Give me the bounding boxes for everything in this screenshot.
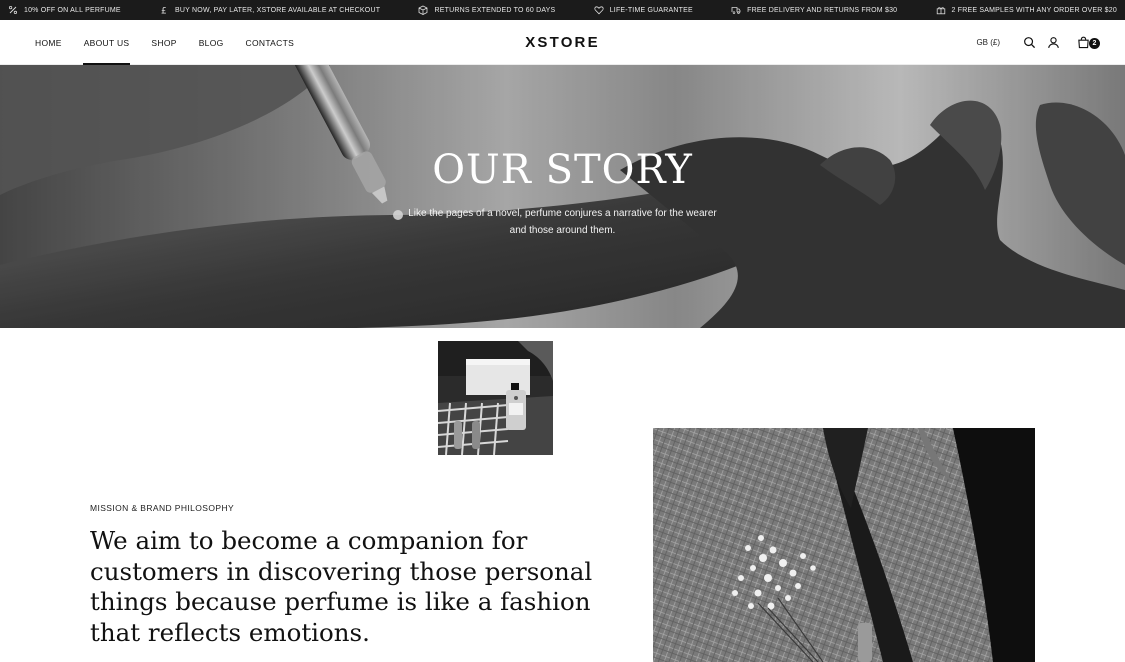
nav-contacts[interactable]: CONTACTS bbox=[246, 20, 295, 65]
perfume-box-photo bbox=[438, 341, 553, 455]
promo-item: FREE DELIVERY AND RETURNS FROM $30 bbox=[731, 5, 897, 15]
mission-eyebrow: MISSION & BRAND PHILOSOPHY bbox=[90, 503, 235, 513]
main-nav: HOME ABOUT US SHOP BLOG CONTACTS bbox=[35, 20, 294, 65]
pound-icon: £ bbox=[159, 5, 169, 16]
promo-text: FREE DELIVERY AND RETURNS FROM $30 bbox=[747, 6, 898, 14]
hero-subtitle: Like the pages of a novel, perfume conju… bbox=[0, 205, 1125, 239]
nav-shop[interactable]: SHOP bbox=[151, 20, 176, 65]
mission-line: customers in discovering those personal bbox=[90, 556, 593, 586]
model-flowers-image bbox=[653, 428, 1035, 662]
svg-text:£: £ bbox=[161, 7, 167, 16]
truck-icon bbox=[731, 5, 741, 15]
hero-subtitle-line: Like the pages of a novel, perfume conju… bbox=[408, 208, 717, 219]
nav-home[interactable]: HOME bbox=[35, 20, 62, 65]
mission-line: that reflects emotions. bbox=[90, 617, 370, 647]
site-logo[interactable]: XSTORE bbox=[525, 34, 600, 51]
promo-text: 2 FREE SAMPLES WITH ANY ORDER OVER $20 bbox=[951, 6, 1117, 14]
mission-statement: We aim to become a companion for custome… bbox=[90, 526, 593, 648]
nav-blog[interactable]: BLOG bbox=[199, 20, 224, 65]
box-icon bbox=[418, 5, 428, 15]
perfume-box-image bbox=[438, 341, 553, 455]
promo-text: 10% OFF ON ALL PERFUME bbox=[24, 6, 121, 14]
hero-subtitle-line: and those around them. bbox=[509, 225, 616, 236]
header-actions: GB (£) 2 bbox=[976, 20, 1100, 65]
cart-count-badge: 2 bbox=[1089, 37, 1100, 49]
nav-about-us[interactable]: ABOUT US bbox=[82, 20, 131, 65]
percent-icon bbox=[8, 5, 18, 15]
model-flowers-photo bbox=[653, 428, 1035, 662]
mission-line: We aim to become a companion for bbox=[90, 526, 528, 555]
promo-item: 2 FREE SAMPLES WITH ANY ORDER OVER $20 bbox=[936, 5, 1117, 15]
site-header: HOME ABOUT US SHOP BLOG CONTACTS XSTORE … bbox=[0, 20, 1125, 65]
promo-bar: 10% OFF ON ALL PERFUME £ BUY NOW, PAY LA… bbox=[0, 0, 1125, 20]
promo-item: LIFE-TIME GUARANTEE bbox=[594, 5, 693, 15]
hero-banner: OUR STORY Like the pages of a novel, per… bbox=[0, 65, 1125, 328]
promo-item: £ BUY NOW, PAY LATER, XSTORE AVAILABLE A… bbox=[159, 5, 381, 16]
currency-selector[interactable]: GB (£) bbox=[976, 38, 1000, 47]
promo-item: 10% OFF ON ALL PERFUME bbox=[8, 5, 121, 15]
promo-text: RETURNS EXTENDED TO 60 DAYS bbox=[434, 6, 556, 14]
hero-title: OUR STORY bbox=[432, 147, 693, 193]
heart-icon bbox=[594, 5, 604, 15]
promo-item: RETURNS EXTENDED TO 60 DAYS bbox=[418, 5, 555, 15]
promo-text: LIFE-TIME GUARANTEE bbox=[609, 6, 693, 14]
search-icon[interactable] bbox=[1022, 36, 1036, 50]
user-icon[interactable] bbox=[1046, 36, 1060, 50]
promo-text: BUY NOW, PAY LATER, XSTORE AVAILABLE AT … bbox=[175, 6, 381, 14]
mission-line: things because perfume is like a fashion bbox=[90, 587, 591, 616]
hero-text: OUR STORY Like the pages of a novel, per… bbox=[0, 147, 1125, 239]
gift-icon bbox=[936, 5, 946, 15]
cart-icon[interactable]: 2 bbox=[1076, 36, 1100, 50]
